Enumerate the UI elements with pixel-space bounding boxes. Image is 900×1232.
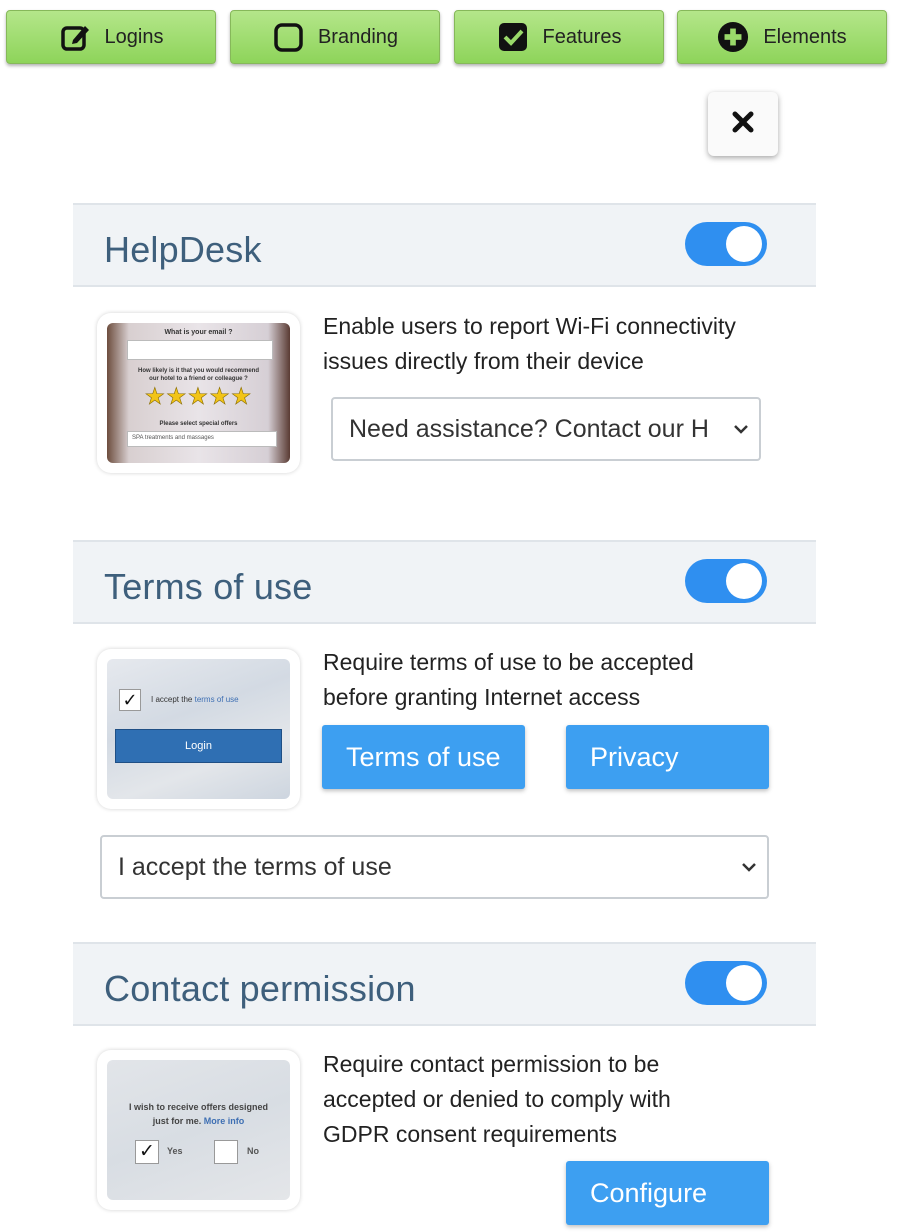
preview-text: our hotel to a friend or colleague ? [149,376,248,382]
preview-text: Please select special offers [159,421,238,427]
preview-checkbox-yes: ✓ [135,1140,159,1164]
section-header-helpdesk: HelpDesk [73,203,816,287]
square-icon [272,21,304,53]
section-title: Terms of use [104,566,313,607]
helpdesk-toggle[interactable] [685,222,767,266]
terms-of-use-button[interactable]: Terms of use [322,725,525,789]
configure-button[interactable]: Configure [566,1161,769,1225]
preview-select: SPA treatments and massages [127,431,277,447]
description-line: before granting Internet access [323,684,641,710]
tab-elements[interactable]: Elements [677,10,887,64]
toggle-knob [726,563,762,599]
tab-label: Branding [317,25,399,48]
plus-circle-icon [717,21,749,53]
tab-label: Features [542,25,622,48]
description-line: issues directly from their device [323,348,644,374]
privacy-button[interactable]: Privacy [566,725,769,789]
toggle-knob [726,226,762,262]
preview-login-button: Login [115,729,282,763]
preview-text: Yes [167,1146,183,1156]
chevron-down-icon [731,862,767,872]
feature-tab-bar: Logins Branding Features Elements [0,10,900,66]
contact-preview-image: I wish to receive offers designed just f… [107,1060,290,1200]
tab-logins[interactable]: Logins [6,10,216,64]
star-rating: ★★★★★ [144,383,253,410]
terms-preview: ✓ I accept the terms of use Login [97,649,300,809]
preview-text: I accept the terms of use [151,695,239,704]
preview-text: just for me. More info [107,1116,290,1126]
helpdesk-description: Enable users to report Wi-Fi connectivit… [323,309,736,379]
edit-icon [59,21,91,53]
helpdesk-message-select[interactable]: Need assistance? Contact our H [331,397,761,461]
preview-checkbox: ✓ [119,689,141,711]
toggle-knob [726,965,762,1001]
contact-description: Require contact permission to be accepte… [323,1047,671,1152]
tab-branding[interactable]: Branding [230,10,440,64]
select-value: Need assistance? Contact our H [349,414,709,443]
terms-preview-image: ✓ I accept the terms of use Login [107,659,290,799]
preview-checkbox-no [214,1140,238,1164]
tab-label: Elements [763,25,847,48]
description-line: accepted or denied to comply with [323,1086,671,1112]
preview-input [127,340,273,360]
select-value: I accept the terms of use [118,852,392,881]
section-header-terms: Terms of use [73,540,816,624]
tab-label: Logins [104,25,164,48]
preview-accept-text: I accept the [151,695,193,704]
close-button[interactable] [708,92,778,156]
tab-features[interactable]: Features [454,10,664,64]
terms-description: Require terms of use to be accepted befo… [323,645,694,715]
preview-link: terms of use [194,695,239,704]
contact-toggle[interactable] [685,961,767,1005]
helpdesk-preview: What is your email ? How likely is it th… [97,313,300,473]
description-line: GDPR consent requirements [323,1121,618,1147]
description-line: Require terms of use to be accepted [323,649,694,675]
terms-toggle[interactable] [685,559,767,603]
checkbox-icon [497,21,529,53]
preview-text: No [247,1146,259,1156]
section-header-contact: Contact permission [73,942,816,1026]
contact-preview: I wish to receive offers designed just f… [97,1050,300,1210]
terms-accept-select[interactable]: I accept the terms of use [100,835,769,899]
helpdesk-preview-image: What is your email ? How likely is it th… [107,323,290,463]
section-title: HelpDesk [104,229,262,270]
close-icon [732,111,754,138]
description-line: Require contact permission to be [323,1051,660,1077]
preview-link: More info [203,1116,245,1126]
section-title: Contact permission [104,968,416,1009]
preview-text: How likely is it that you would recommen… [137,368,260,374]
preview-text: I wish to receive offers designed [128,1102,269,1112]
preview-line2: just for me. [152,1116,202,1126]
preview-text: What is your email ? [164,329,233,336]
chevron-down-icon [723,424,759,434]
description-line: Enable users to report Wi-Fi connectivit… [323,313,736,339]
